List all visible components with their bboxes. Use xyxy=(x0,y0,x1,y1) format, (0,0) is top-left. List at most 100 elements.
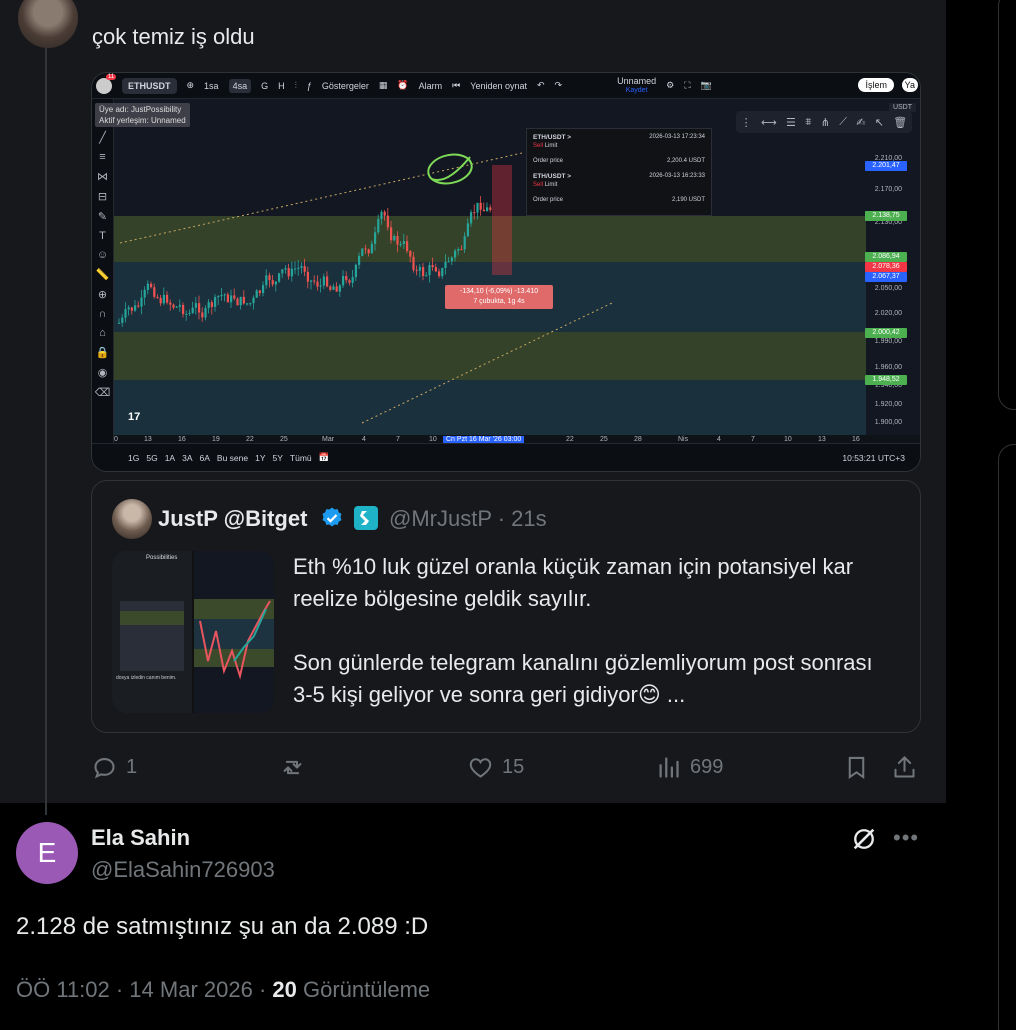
like-button[interactable]: 15 xyxy=(467,754,524,781)
analytics-icon xyxy=(659,757,679,778)
candle-body xyxy=(313,280,316,282)
fib-icon[interactable]: ⋈ xyxy=(97,170,108,183)
reply-button[interactable]: 1 xyxy=(91,754,137,781)
reply-author-handle[interactable]: @ElaSahin726903 xyxy=(91,857,275,883)
brush-icon[interactable]: ✎ xyxy=(98,210,107,223)
candle-body xyxy=(252,297,255,304)
pitchfork-icon[interactable]: ⋔ xyxy=(821,116,830,129)
currency-selector[interactable]: USDT xyxy=(888,103,916,112)
candle-body xyxy=(402,241,405,245)
more-options-icon[interactable]: ••• xyxy=(893,825,919,851)
settings-icon[interactable]: ⚙ xyxy=(666,80,674,91)
range-5d[interactable]: 5G xyxy=(146,453,157,463)
candle-body xyxy=(431,265,434,268)
candle-body xyxy=(486,207,489,212)
crosshair-icon[interactable]: ╱ xyxy=(99,131,106,144)
lock-icon[interactable]: 🔒 xyxy=(96,346,110,359)
post-text: çok temiz iş oldu xyxy=(92,24,255,49)
replay-button[interactable]: Yeniden oynat xyxy=(470,81,527,91)
levels-icon[interactable]: ⩨ xyxy=(805,116,811,129)
quoted-author-handle[interactable]: @MrJustP · 21s xyxy=(389,506,547,532)
interval-day[interactable]: G xyxy=(261,81,268,91)
candle-body xyxy=(438,271,441,277)
range-ytd[interactable]: Bu sene xyxy=(217,453,248,463)
candle-body xyxy=(166,294,169,303)
candle-body xyxy=(274,281,277,285)
candle-body xyxy=(278,273,281,282)
trade-button[interactable]: İşlem xyxy=(858,78,894,92)
draw-line-icon[interactable]: ⟋ xyxy=(839,116,847,129)
bookmark-button[interactable] xyxy=(843,754,870,781)
candle-body xyxy=(406,241,409,251)
price-axis-label: 1.960,00 xyxy=(874,364,902,371)
interval-1h[interactable]: 1sa xyxy=(204,81,219,91)
range-all[interactable]: Tümü xyxy=(290,453,312,463)
range-6m[interactable]: 6A xyxy=(200,453,210,463)
price-axis-label: 1.920,00 xyxy=(874,401,902,408)
post-media-chart[interactable]: 11 ETHUSDT ⊕ 1sa 4sa G H ⫶ ƒ Göstergeler… xyxy=(91,72,921,472)
avatar[interactable] xyxy=(112,499,152,539)
candle-body xyxy=(367,249,370,254)
symbol-search[interactable]: ETHUSDT xyxy=(122,77,177,94)
candle-body xyxy=(386,215,389,228)
text-tool-icon[interactable]: T xyxy=(99,230,106,242)
order-pair[interactable]: ETH/USDT > xyxy=(533,133,571,142)
redo-icon[interactable]: ↷ xyxy=(555,80,563,91)
templates-icon[interactable]: ▦ xyxy=(379,80,388,91)
interval-4h[interactable]: 4sa xyxy=(228,78,252,93)
candle-body xyxy=(146,283,149,290)
pattern-icon[interactable]: ⊟ xyxy=(98,190,107,203)
compare-icon[interactable]: ⊕ xyxy=(187,80,195,91)
like-count: 15 xyxy=(502,756,525,778)
fullscreen-icon[interactable]: ⛶ xyxy=(684,80,690,91)
candle-body xyxy=(220,295,223,297)
order-pair[interactable]: ETH/USDT > xyxy=(533,172,571,181)
quoted-post[interactable]: JustP @Bitget @MrJustP · 21s Possibiliti… xyxy=(91,480,921,733)
candle-body xyxy=(358,255,361,265)
pen-icon[interactable]: ✍ xyxy=(856,116,865,129)
views-count: 20 xyxy=(272,977,297,1002)
chart-type-icon[interactable]: ⫶ xyxy=(295,80,297,91)
candle-body xyxy=(162,294,165,304)
zoom-icon[interactable]: ⊕ xyxy=(98,288,107,301)
repost-button[interactable] xyxy=(279,754,314,781)
open-orders-popup: ETH/USDT >2026-03-13 17:23:34 Sell Limit… xyxy=(526,128,712,216)
candle-body xyxy=(191,307,194,313)
candle-body xyxy=(460,249,463,251)
post-timestamp[interactable]: ÖÖ 11:02 · 14 Mar 2026 · xyxy=(16,977,272,1002)
candle-body xyxy=(316,281,319,287)
drag-icon[interactable]: ⋮ xyxy=(741,116,752,129)
range-1d[interactable]: 1G xyxy=(128,453,139,463)
candle-body xyxy=(476,202,479,213)
alarm-button[interactable]: Alarm xyxy=(419,81,443,91)
eye-icon[interactable]: ◉ xyxy=(98,366,108,379)
emoji-icon[interactable]: ☺ xyxy=(97,249,108,261)
magnet-icon[interactable]: ∩ xyxy=(99,308,107,320)
cursor-icon[interactable]: ↖ xyxy=(875,116,884,129)
share-button[interactable] xyxy=(891,754,918,781)
range-1m[interactable]: 1A xyxy=(165,453,175,463)
publish-button[interactable]: Ya xyxy=(901,78,918,92)
trendline-icon[interactable]: ≡ xyxy=(99,151,105,163)
line-icon[interactable]: ⟷ xyxy=(761,116,777,129)
horizontal-lines-icon[interactable]: ☰ xyxy=(786,116,796,129)
range-5y[interactable]: 5Y xyxy=(273,453,283,463)
lock-drawing-icon[interactable]: ⌂ xyxy=(99,327,106,339)
quoted-author-name[interactable]: JustP @Bitget xyxy=(158,506,307,532)
range-1y[interactable]: 1Y xyxy=(255,453,265,463)
camera-icon[interactable]: 📷 xyxy=(701,80,712,91)
undo-icon[interactable]: ↶ xyxy=(537,80,545,91)
grok-icon[interactable] xyxy=(850,825,878,853)
calendar-icon[interactable]: 📅 xyxy=(319,452,330,463)
reply-author-name[interactable]: Ela Sahin xyxy=(91,825,190,851)
indicators-button[interactable]: Göstergeler xyxy=(322,81,369,91)
layout-name[interactable]: Unnamed Kaydet xyxy=(617,76,656,95)
quoted-media-thumbnail[interactable]: Possibilities dosya izledin canım benim. xyxy=(112,551,274,713)
range-3m[interactable]: 3A xyxy=(182,453,192,463)
ruler-icon[interactable]: 📏 xyxy=(96,268,110,281)
avatar[interactable]: E xyxy=(16,822,78,884)
trash-icon[interactable]: 🗑 xyxy=(893,116,907,129)
interval-hour[interactable]: H xyxy=(278,81,285,91)
trash-icon[interactable]: ⌫ xyxy=(95,386,111,399)
views-button[interactable]: 699 xyxy=(655,754,723,781)
